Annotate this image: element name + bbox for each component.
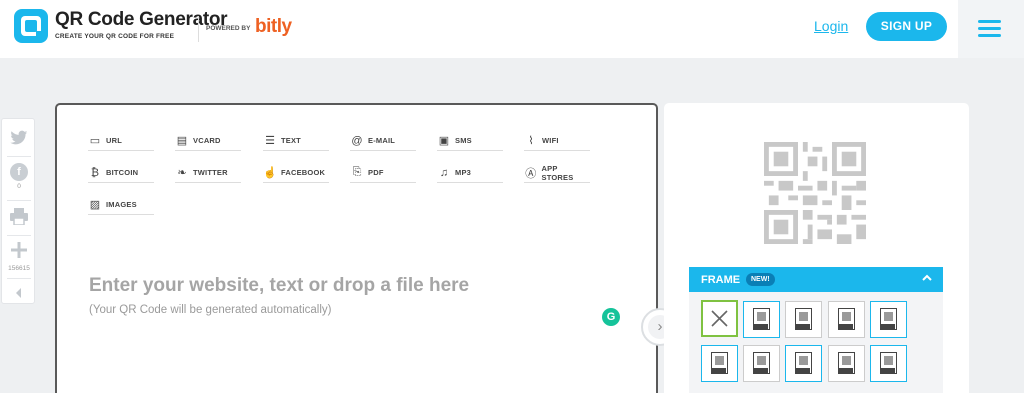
qr-preview-panel: FRAME NEW! — [664, 103, 969, 393]
type-pdf[interactable]: ⎘ PDF — [350, 163, 416, 183]
type-label: BITCOIN — [106, 168, 139, 177]
twitter-icon — [10, 130, 28, 145]
sms-icon: ▣ — [438, 135, 450, 147]
url-icon: ▭ — [89, 135, 101, 147]
type-label: TEXT — [281, 136, 301, 145]
type-url[interactable]: ▭ URL — [88, 131, 154, 151]
type-label: E-MAIL — [368, 136, 396, 145]
content-input-placeholder[interactable]: Enter your website, text or drop a file … — [89, 275, 469, 297]
frame-option[interactable] — [870, 301, 907, 338]
text-icon: ☰ — [265, 135, 275, 147]
frame-title: FRAME — [701, 274, 741, 286]
header-divider — [198, 16, 199, 42]
type-sms[interactable]: ▣ SMS — [437, 131, 503, 151]
type-label: TWITTER — [193, 168, 228, 177]
type-text[interactable]: ☰ TEXT — [263, 131, 329, 151]
new-badge: NEW! — [746, 273, 775, 286]
frame-option[interactable] — [828, 345, 865, 382]
frame-option[interactable] — [743, 345, 780, 382]
app-store-icon: Ⓐ — [525, 167, 537, 180]
print-icon — [10, 208, 28, 226]
music-icon: ♫ — [439, 166, 449, 179]
frame-option[interactable] — [701, 345, 738, 382]
image-icon: ▨ — [89, 199, 101, 211]
signup-button[interactable]: SIGN UP — [866, 12, 947, 41]
frame-option[interactable] — [870, 345, 907, 382]
twitter-share-button[interactable] — [2, 130, 36, 151]
type-app-stores[interactable]: Ⓐ APP STORES — [524, 163, 590, 183]
add-share-button[interactable]: 156615 — [2, 242, 36, 272]
print-button[interactable] — [2, 208, 36, 230]
add-share-count: 156615 — [8, 265, 30, 272]
twitter-icon: ❧ — [177, 167, 187, 179]
type-mp3[interactable]: ♫ MP3 — [437, 163, 503, 183]
type-label: FACEBOOK — [281, 168, 326, 177]
grammarly-icon[interactable]: G — [602, 308, 620, 326]
pdf-icon: ⎘ — [352, 166, 362, 178]
type-twitter[interactable]: ❧ TWITTER — [175, 163, 241, 183]
type-bitcoin[interactable]: ₿ BITCOIN — [88, 163, 154, 183]
type-label: URL — [106, 136, 123, 145]
type-label: APP STORES — [541, 163, 574, 182]
frame-option-none[interactable] — [701, 300, 738, 337]
frame-option[interactable] — [785, 301, 822, 338]
type-wifi[interactable]: ⌇ WIFI — [524, 131, 590, 151]
frame-option[interactable] — [785, 345, 822, 382]
frame-options — [689, 292, 943, 393]
auto-generate-hint: (Your QR Code will be generated automati… — [89, 304, 332, 316]
email-icon: @ — [351, 134, 363, 147]
qr-logo-icon[interactable] — [14, 9, 48, 43]
brand-tagline: CREATE YOUR QR CODE FOR FREE — [55, 33, 175, 40]
vcard-icon: ▤ — [176, 135, 188, 147]
facebook-share-button[interactable]: f 0 — [2, 163, 36, 190]
facebook-icon: ☝ — [263, 167, 277, 179]
brand-title[interactable]: QR Code Generator — [55, 9, 228, 31]
plus-icon — [11, 242, 27, 258]
chevron-left-icon — [16, 288, 21, 298]
type-label: MP3 — [455, 168, 472, 177]
qr-content-panel: ▭ URL ▤ VCARD ☰ TEXT @ E-MAIL ▣ SMS ⌇ WIFI ₿ BITCOIN ❧… — [55, 103, 658, 393]
type-vcard[interactable]: ▤ VCARD — [175, 131, 241, 151]
share-sidebar: f 0 156615 — [1, 118, 35, 304]
type-facebook[interactable]: ☝ FACEBOOK — [263, 163, 329, 183]
frame-option[interactable] — [828, 301, 865, 338]
type-label: VCARD — [193, 136, 221, 145]
hamburger-menu-icon[interactable] — [978, 20, 1001, 37]
qr-code-preview — [764, 142, 866, 244]
powered-by-label: POWERED BY — [206, 25, 251, 32]
facebook-share-count: 0 — [17, 183, 21, 190]
top-header: QR Code Generator CREATE YOUR QR CODE FO… — [0, 0, 1024, 58]
chevron-up-icon — [922, 274, 932, 281]
close-icon — [711, 310, 728, 327]
collapse-sidebar-button[interactable] — [2, 285, 36, 303]
wifi-icon: ⌇ — [528, 135, 534, 147]
type-label: PDF — [368, 168, 384, 177]
type-label: SMS — [455, 136, 472, 145]
frame-option[interactable] — [743, 301, 780, 338]
bitcoin-icon: ₿ — [90, 166, 100, 179]
type-label: WIFI — [542, 136, 559, 145]
frame-section-header[interactable]: FRAME NEW! — [689, 267, 943, 292]
facebook-icon: f — [10, 163, 28, 181]
login-link[interactable]: Login — [814, 18, 848, 34]
type-images[interactable]: ▨ IMAGES — [88, 195, 154, 215]
type-label: IMAGES — [106, 200, 137, 209]
type-e-mail[interactable]: @ E-MAIL — [350, 131, 416, 151]
bitly-logo[interactable]: bitly — [255, 16, 292, 38]
